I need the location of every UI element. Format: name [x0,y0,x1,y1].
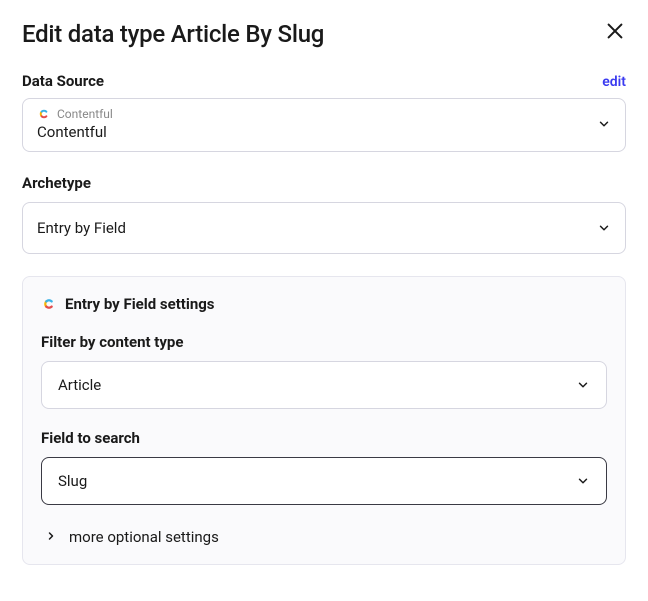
field-to-search-select[interactable]: Slug [41,457,607,505]
more-optional-settings-toggle[interactable]: more optional settings [41,527,607,546]
field-to-search-label: Field to search [41,429,607,447]
chevron-down-icon [597,221,611,235]
close-icon [604,20,626,45]
page-title: Edit data type Article By Slug [22,20,324,48]
chevron-down-icon [576,474,590,488]
settings-panel-title: Entry by Field settings [65,295,215,313]
archetype-value: Entry by Field [37,219,126,237]
chevron-right-icon [45,527,57,546]
data-source-value: Contentful [37,123,113,141]
data-source-provider: Contentful [57,107,113,121]
archetype-label: Archetype [22,174,626,192]
chevron-down-icon [576,378,590,392]
chevron-down-icon [597,117,611,131]
filter-by-content-type-value: Article [58,376,101,394]
edit-data-source-link[interactable]: edit [602,74,626,90]
close-button[interactable] [604,20,626,45]
contentful-icon [41,296,57,312]
contentful-icon [37,107,51,121]
data-source-label: Data Source [22,72,104,90]
data-source-select[interactable]: Contentful Contentful [22,98,626,152]
more-optional-settings-label: more optional settings [69,528,219,546]
field-to-search-value: Slug [58,472,87,490]
entry-by-field-settings-panel: Entry by Field settings Filter by conten… [22,276,626,565]
archetype-select[interactable]: Entry by Field [22,202,626,254]
filter-by-content-type-label: Filter by content type [41,333,607,351]
filter-by-content-type-select[interactable]: Article [41,361,607,409]
